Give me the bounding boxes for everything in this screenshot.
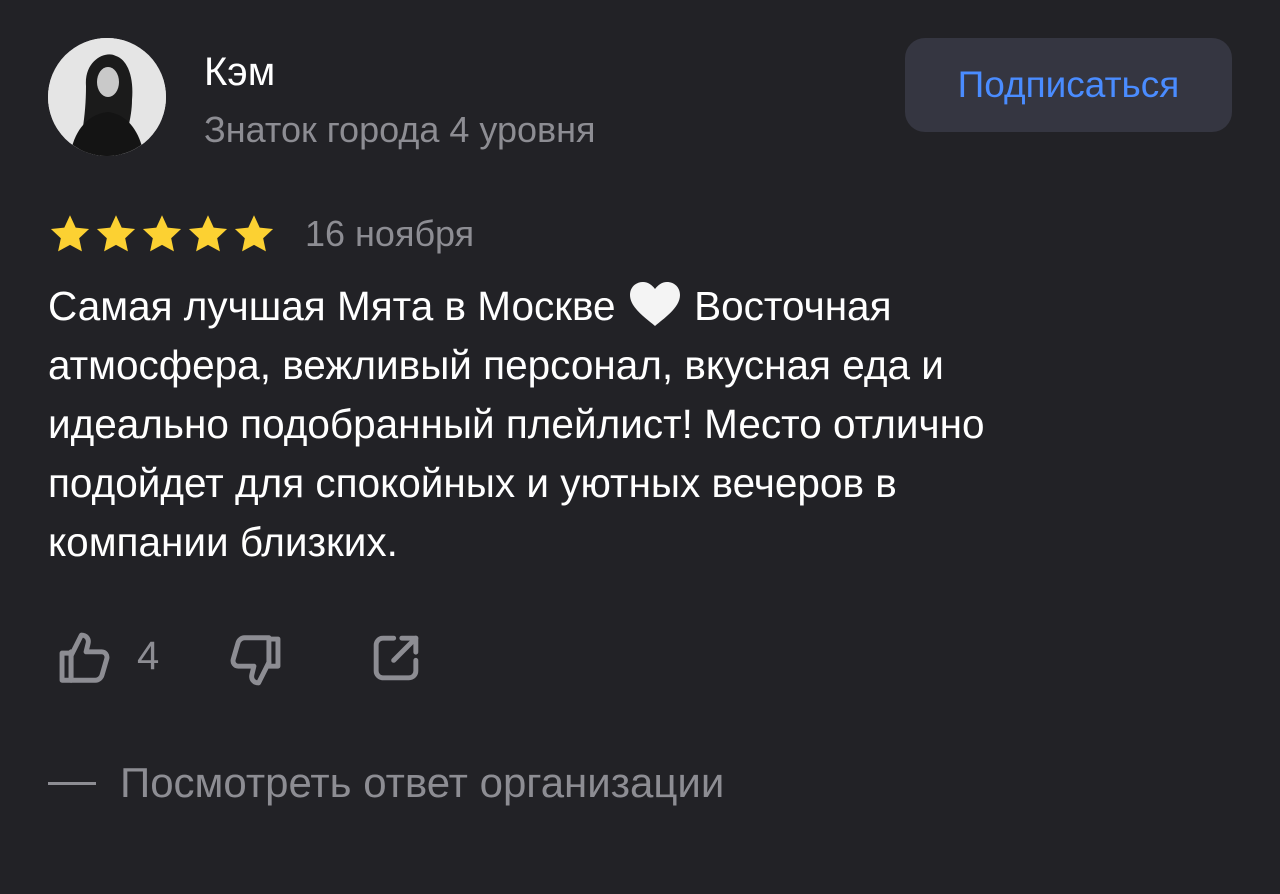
divider-dash: [48, 782, 96, 785]
white-heart-icon: [629, 282, 680, 326]
review-date: 16 ноября: [305, 213, 475, 254]
star-icon: [142, 215, 182, 252]
star-icon: [96, 215, 136, 252]
author-level: Знаток города 4 уровня: [204, 109, 596, 150]
review-line: подойдет для спокойных и уютных вечеров …: [48, 460, 897, 506]
thumbs-down-icon[interactable]: [224, 630, 288, 692]
author-name[interactable]: Кэм: [204, 50, 275, 94]
review-line: идеально подобранный плейлист! Место отл…: [48, 401, 985, 447]
star-rating: [48, 212, 276, 256]
avatar-photo: [48, 38, 166, 156]
review-line: компании близких.: [48, 519, 398, 565]
view-org-reply-link[interactable]: Посмотреть ответ организации: [120, 760, 724, 806]
review-text-segment: Самая лучшая Мята в Москве: [48, 283, 616, 329]
review-line: атмосфера, вежливый персонал, вкусная ед…: [48, 342, 944, 388]
review-text: Самая лучшая Мята в Москве Восточная атм…: [48, 277, 1238, 572]
review-line: Самая лучшая Мята в Москве Восточная: [48, 277, 1238, 336]
avatar[interactable]: [48, 38, 166, 156]
star-icon: [234, 215, 274, 252]
subscribe-button[interactable]: Подписаться: [905, 38, 1232, 132]
star-icon: [50, 215, 90, 252]
thumbs-up-icon[interactable]: [52, 626, 116, 688]
review-text-segment: Восточная: [694, 283, 892, 329]
like-count: 4: [137, 634, 160, 678]
star-icon: [188, 215, 228, 252]
share-icon[interactable]: [368, 630, 424, 686]
